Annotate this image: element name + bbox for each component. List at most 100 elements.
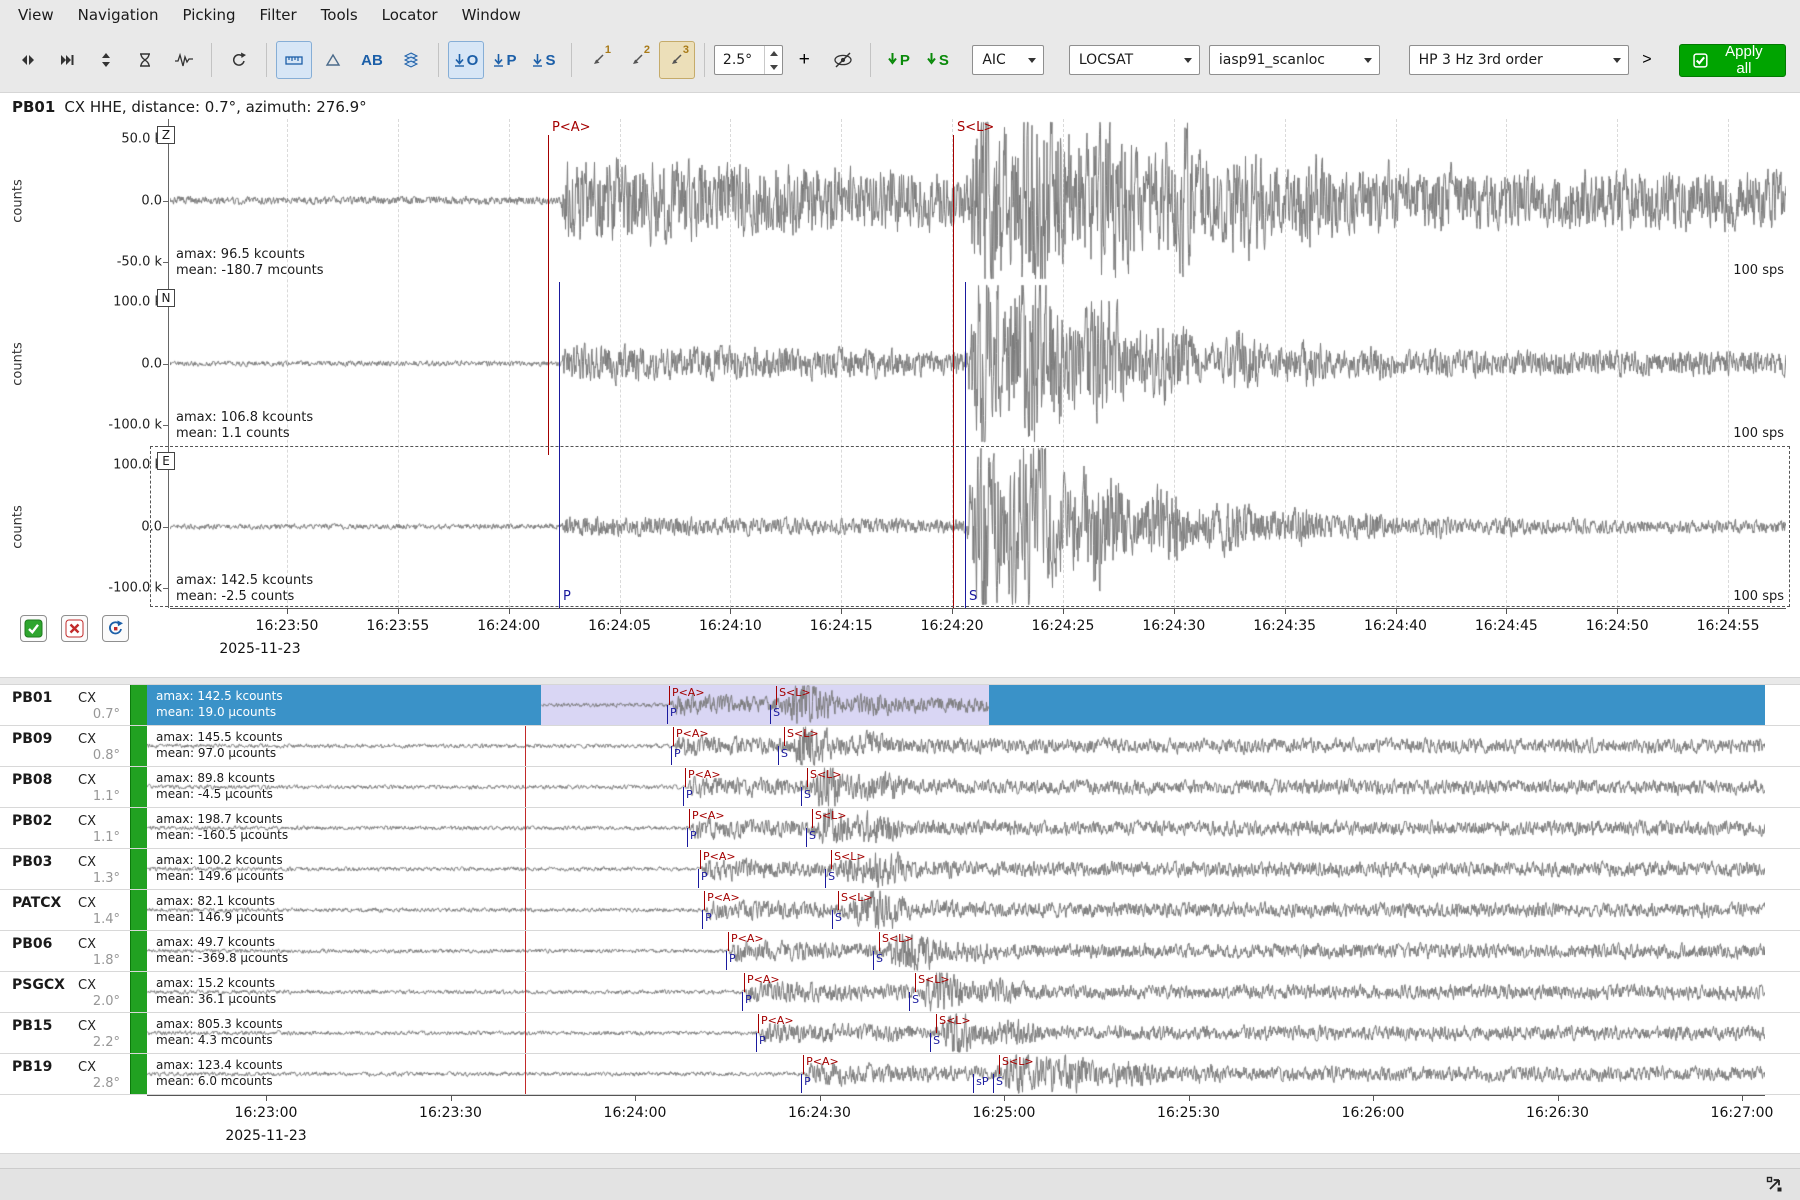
hide-traces-button[interactable] <box>825 41 861 79</box>
station-row-pb02[interactable]: PB02CX1.1°amax: 198.7 kcountsmean: -160.… <box>0 808 1800 849</box>
trace-row-z[interactable]: 50.0 k 0.0 -50.0 k counts Z amax: 96.5 k… <box>0 119 1800 282</box>
row-waveform-canvas[interactable] <box>147 767 1765 807</box>
p-pick-line[interactable] <box>683 787 684 806</box>
p-arrival-line[interactable] <box>728 932 729 951</box>
s-pick-line[interactable] <box>930 1033 931 1052</box>
locator-select[interactable]: LOCSAT <box>1069 45 1200 75</box>
pick-method-select[interactable]: AIC <box>972 45 1044 75</box>
trace-row-e[interactable]: 100.0 k 0.0 -100.0 k counts E amax: 142.… <box>0 445 1800 608</box>
s-arrival-line[interactable] <box>831 850 832 869</box>
overlay-components-button[interactable] <box>393 41 429 79</box>
velocity-model-select[interactable]: iasp91_scanloc <box>1209 45 1380 75</box>
p-arrival-line[interactable] <box>744 973 745 992</box>
p-arrival-line[interactable] <box>673 727 674 746</box>
s-arrival-line[interactable] <box>953 135 954 608</box>
s-pick-line[interactable] <box>993 1074 994 1093</box>
station-row-psgcx[interactable]: PSGCXCX2.0°amax: 15.2 kcountsmean: 36.1 … <box>0 972 1800 1013</box>
s-arrival-line[interactable] <box>807 768 808 787</box>
s-arrival-line[interactable] <box>784 727 785 746</box>
s-pick-line[interactable] <box>806 828 807 847</box>
station-row-pb03[interactable]: PB03CX1.3°amax: 100.2 kcountsmean: 149.6… <box>0 849 1800 890</box>
row-waveform-canvas[interactable] <box>147 931 1765 971</box>
p-pick-line[interactable] <box>667 705 668 724</box>
s-arrival-line[interactable] <box>915 973 916 992</box>
station-row-patcx[interactable]: PATCXCX1.4°amax: 82.1 kcountsmean: 146.9… <box>0 890 1800 931</box>
p-pick-line[interactable] <box>801 1074 802 1093</box>
apply-all-button[interactable]: Apply all <box>1679 44 1786 77</box>
confirm-pick-button[interactable] <box>20 615 47 642</box>
p-pick-line[interactable] <box>756 1033 757 1052</box>
s-arrival-line[interactable] <box>838 891 839 910</box>
p-pick-line[interactable] <box>702 910 703 929</box>
p-arrival-line[interactable] <box>685 768 686 787</box>
s-arrival-line[interactable] <box>999 1055 1000 1074</box>
expand-amplitude-button[interactable] <box>88 41 124 79</box>
p-arrival-line[interactable] <box>548 135 549 455</box>
row-trace-area[interactable]: amax: 15.2 kcountsmean: 36.1 µcountsP<A>… <box>147 972 1765 1012</box>
zoom-angle-spinner[interactable]: 2.5° <box>714 45 783 75</box>
waveform-canvas-e[interactable] <box>170 445 1786 608</box>
s-pick-line[interactable] <box>965 282 966 608</box>
row-waveform-canvas[interactable] <box>147 726 1765 766</box>
menu-navigation[interactable]: Navigation <box>66 2 171 28</box>
row-trace-area[interactable]: amax: 145.5 kcountsmean: 97.0 µcountsP<A… <box>147 726 1765 766</box>
align-on-time-button[interactable] <box>127 41 163 79</box>
align-s-button[interactable]: S <box>526 41 562 79</box>
p-pick-line[interactable] <box>671 746 672 765</box>
station-row-pb19[interactable]: PB19CX2.8°amax: 123.4 kcountsmean: 6.0 m… <box>0 1054 1800 1095</box>
filter-select[interactable]: HP 3 Hz 3rd order <box>1409 45 1629 75</box>
restore-pick-button[interactable] <box>102 615 129 642</box>
p-arrival-line[interactable] <box>700 850 701 869</box>
p-pick-line[interactable] <box>742 992 743 1011</box>
s-pick-line[interactable] <box>801 787 802 806</box>
skip-to-end-button[interactable] <box>49 41 85 79</box>
p-arrival-line[interactable] <box>758 1014 759 1033</box>
p-pick-line[interactable] <box>687 828 688 847</box>
p-pick-line[interactable] <box>698 869 699 888</box>
row-waveform-canvas[interactable] <box>147 685 1765 725</box>
s-pick-line[interactable] <box>825 869 826 888</box>
sp-pick-line[interactable] <box>973 1074 974 1093</box>
s-arrival-line[interactable] <box>936 1014 937 1033</box>
menu-filter[interactable]: Filter <box>248 2 309 28</box>
add-station-button[interactable]: + <box>786 41 822 79</box>
spinner-arrows[interactable] <box>764 46 782 74</box>
toolbar-overflow-button[interactable]: > <box>1632 41 1662 79</box>
align-p-button[interactable]: P <box>487 41 523 79</box>
p-pick-line[interactable] <box>726 951 727 970</box>
spin-down-icon[interactable] <box>770 65 778 70</box>
row-waveform-canvas[interactable] <box>147 849 1765 889</box>
row-trace-area[interactable]: amax: 100.2 kcountsmean: 149.6 µcountsP<… <box>147 849 1765 889</box>
s-pick-line[interactable] <box>770 705 771 724</box>
pick-s-button[interactable]: S <box>919 41 955 79</box>
zoom-preset-2-button[interactable]: 2 <box>620 41 656 79</box>
p-arrival-line[interactable] <box>669 686 670 705</box>
rotate-components-button[interactable] <box>221 41 257 79</box>
zoom-preset-3-button[interactable]: 3 <box>659 41 695 79</box>
station-row-pb08[interactable]: PB08CX1.1°amax: 89.8 kcountsmean: -4.5 µ… <box>0 767 1800 808</box>
s-pick-line[interactable] <box>832 910 833 929</box>
menu-picking[interactable]: Picking <box>171 2 248 28</box>
toggle-ruler-button[interactable] <box>276 41 312 79</box>
p-arrival-line[interactable] <box>803 1055 804 1074</box>
row-trace-area[interactable]: amax: 89.8 kcountsmean: -4.5 µcountsP<A>… <box>147 767 1765 807</box>
station-row-pb06[interactable]: PB06CX1.8°amax: 49.7 kcountsmean: -369.8… <box>0 931 1800 972</box>
layout-toggle-button[interactable] <box>1765 1175 1784 1198</box>
row-trace-area[interactable]: amax: 82.1 kcountsmean: 146.9 µcountsP<A… <box>147 890 1765 930</box>
row-trace-area[interactable]: amax: 198.7 kcountsmean: -160.5 µcountsP… <box>147 808 1765 848</box>
p-pick-line[interactable] <box>559 282 560 608</box>
station-row-pb09[interactable]: PB09CX0.8°amax: 145.5 kcountsmean: 97.0 … <box>0 726 1800 767</box>
s-pick-line[interactable] <box>778 746 779 765</box>
show-labels-button[interactable]: AB <box>354 41 390 79</box>
station-row-pb15[interactable]: PB15CX2.2°amax: 805.3 kcountsmean: 4.3 m… <box>0 1013 1800 1054</box>
reject-pick-button[interactable] <box>61 615 88 642</box>
waveform-canvas-n[interactable] <box>170 282 1786 445</box>
station-row-pb01[interactable]: PB01CX0.7°amax: 142.5 kcountsmean: 19.0 … <box>0 685 1800 726</box>
row-trace-area[interactable]: amax: 142.5 kcountsmean: 19.0 µcountsP<A… <box>147 685 1765 725</box>
waveform-canvas-z[interactable] <box>170 119 1786 282</box>
row-waveform-canvas[interactable] <box>147 890 1765 930</box>
p-arrival-line[interactable] <box>704 891 705 910</box>
row-trace-area[interactable]: amax: 805.3 kcountsmean: 4.3 mcountsP<A>… <box>147 1013 1765 1053</box>
s-pick-line[interactable] <box>909 992 910 1011</box>
menu-tools[interactable]: Tools <box>309 2 370 28</box>
